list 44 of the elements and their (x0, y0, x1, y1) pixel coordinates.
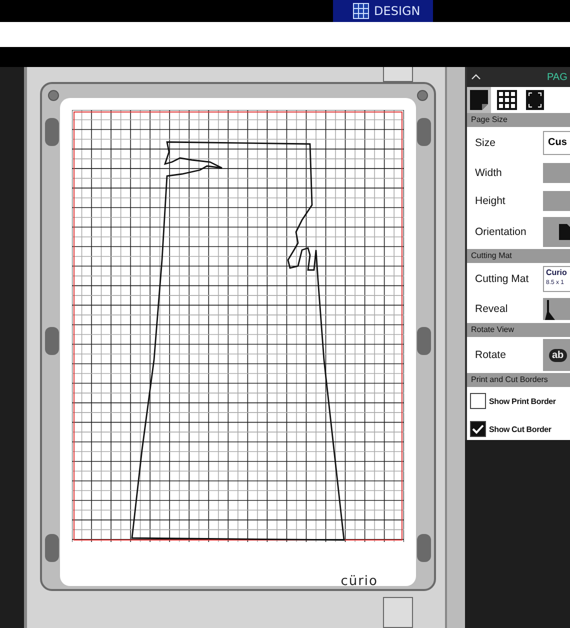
clip-icon (45, 534, 59, 562)
grid-view-tab[interactable] (495, 87, 519, 113)
checkbox[interactable] (470, 421, 486, 437)
screw-icon (48, 90, 59, 101)
field-label: Width (474, 167, 503, 179)
screw-icon (417, 90, 428, 101)
design-tab[interactable]: DESIGN (333, 0, 433, 22)
orientation-button[interactable] (543, 217, 570, 247)
clip-icon (45, 326, 59, 355)
size-dropdown[interactable]: Cus (543, 131, 570, 155)
checkbox-label: Show Print Border (489, 396, 556, 406)
input-field[interactable] (543, 163, 570, 183)
panel-title: PAG (547, 72, 568, 82)
clip-icon (417, 534, 431, 562)
page-icon (559, 224, 570, 240)
field-label: Rotate (474, 349, 507, 361)
section-header: Rotate View (467, 323, 570, 337)
grid-icon (497, 90, 517, 110)
section-header: Cutting Mat (467, 249, 570, 263)
grid-icon (353, 3, 369, 19)
triangle-icon (545, 300, 555, 320)
section-header: Print and Cut Borders (467, 373, 570, 387)
reveal-control[interactable] (543, 298, 570, 320)
caret-icon (471, 74, 481, 80)
field-label: Cutting Mat (474, 273, 530, 285)
section-header: Page Size (467, 113, 570, 127)
corners-view-tab[interactable] (523, 87, 547, 113)
brand-logo: cürio (340, 574, 378, 589)
field-label: Reveal (474, 303, 509, 315)
field-label: Height (474, 195, 506, 207)
mat-name: Curio (546, 267, 568, 278)
input-field[interactable] (543, 191, 570, 211)
field-label: Orientation (474, 226, 528, 238)
scrollbar[interactable] (445, 67, 465, 628)
rotate-button[interactable]: ab (543, 339, 570, 371)
page-icon (469, 89, 489, 111)
checkbox-label: Show Cut Border (489, 424, 552, 434)
clip-icon (417, 326, 431, 355)
clip-icon (45, 118, 59, 146)
field-label: Size (474, 137, 496, 149)
clip-icon (417, 118, 431, 146)
checkbox[interactable] (470, 393, 486, 409)
corners-icon (526, 90, 544, 110)
page-view-tab[interactable] (467, 87, 491, 113)
